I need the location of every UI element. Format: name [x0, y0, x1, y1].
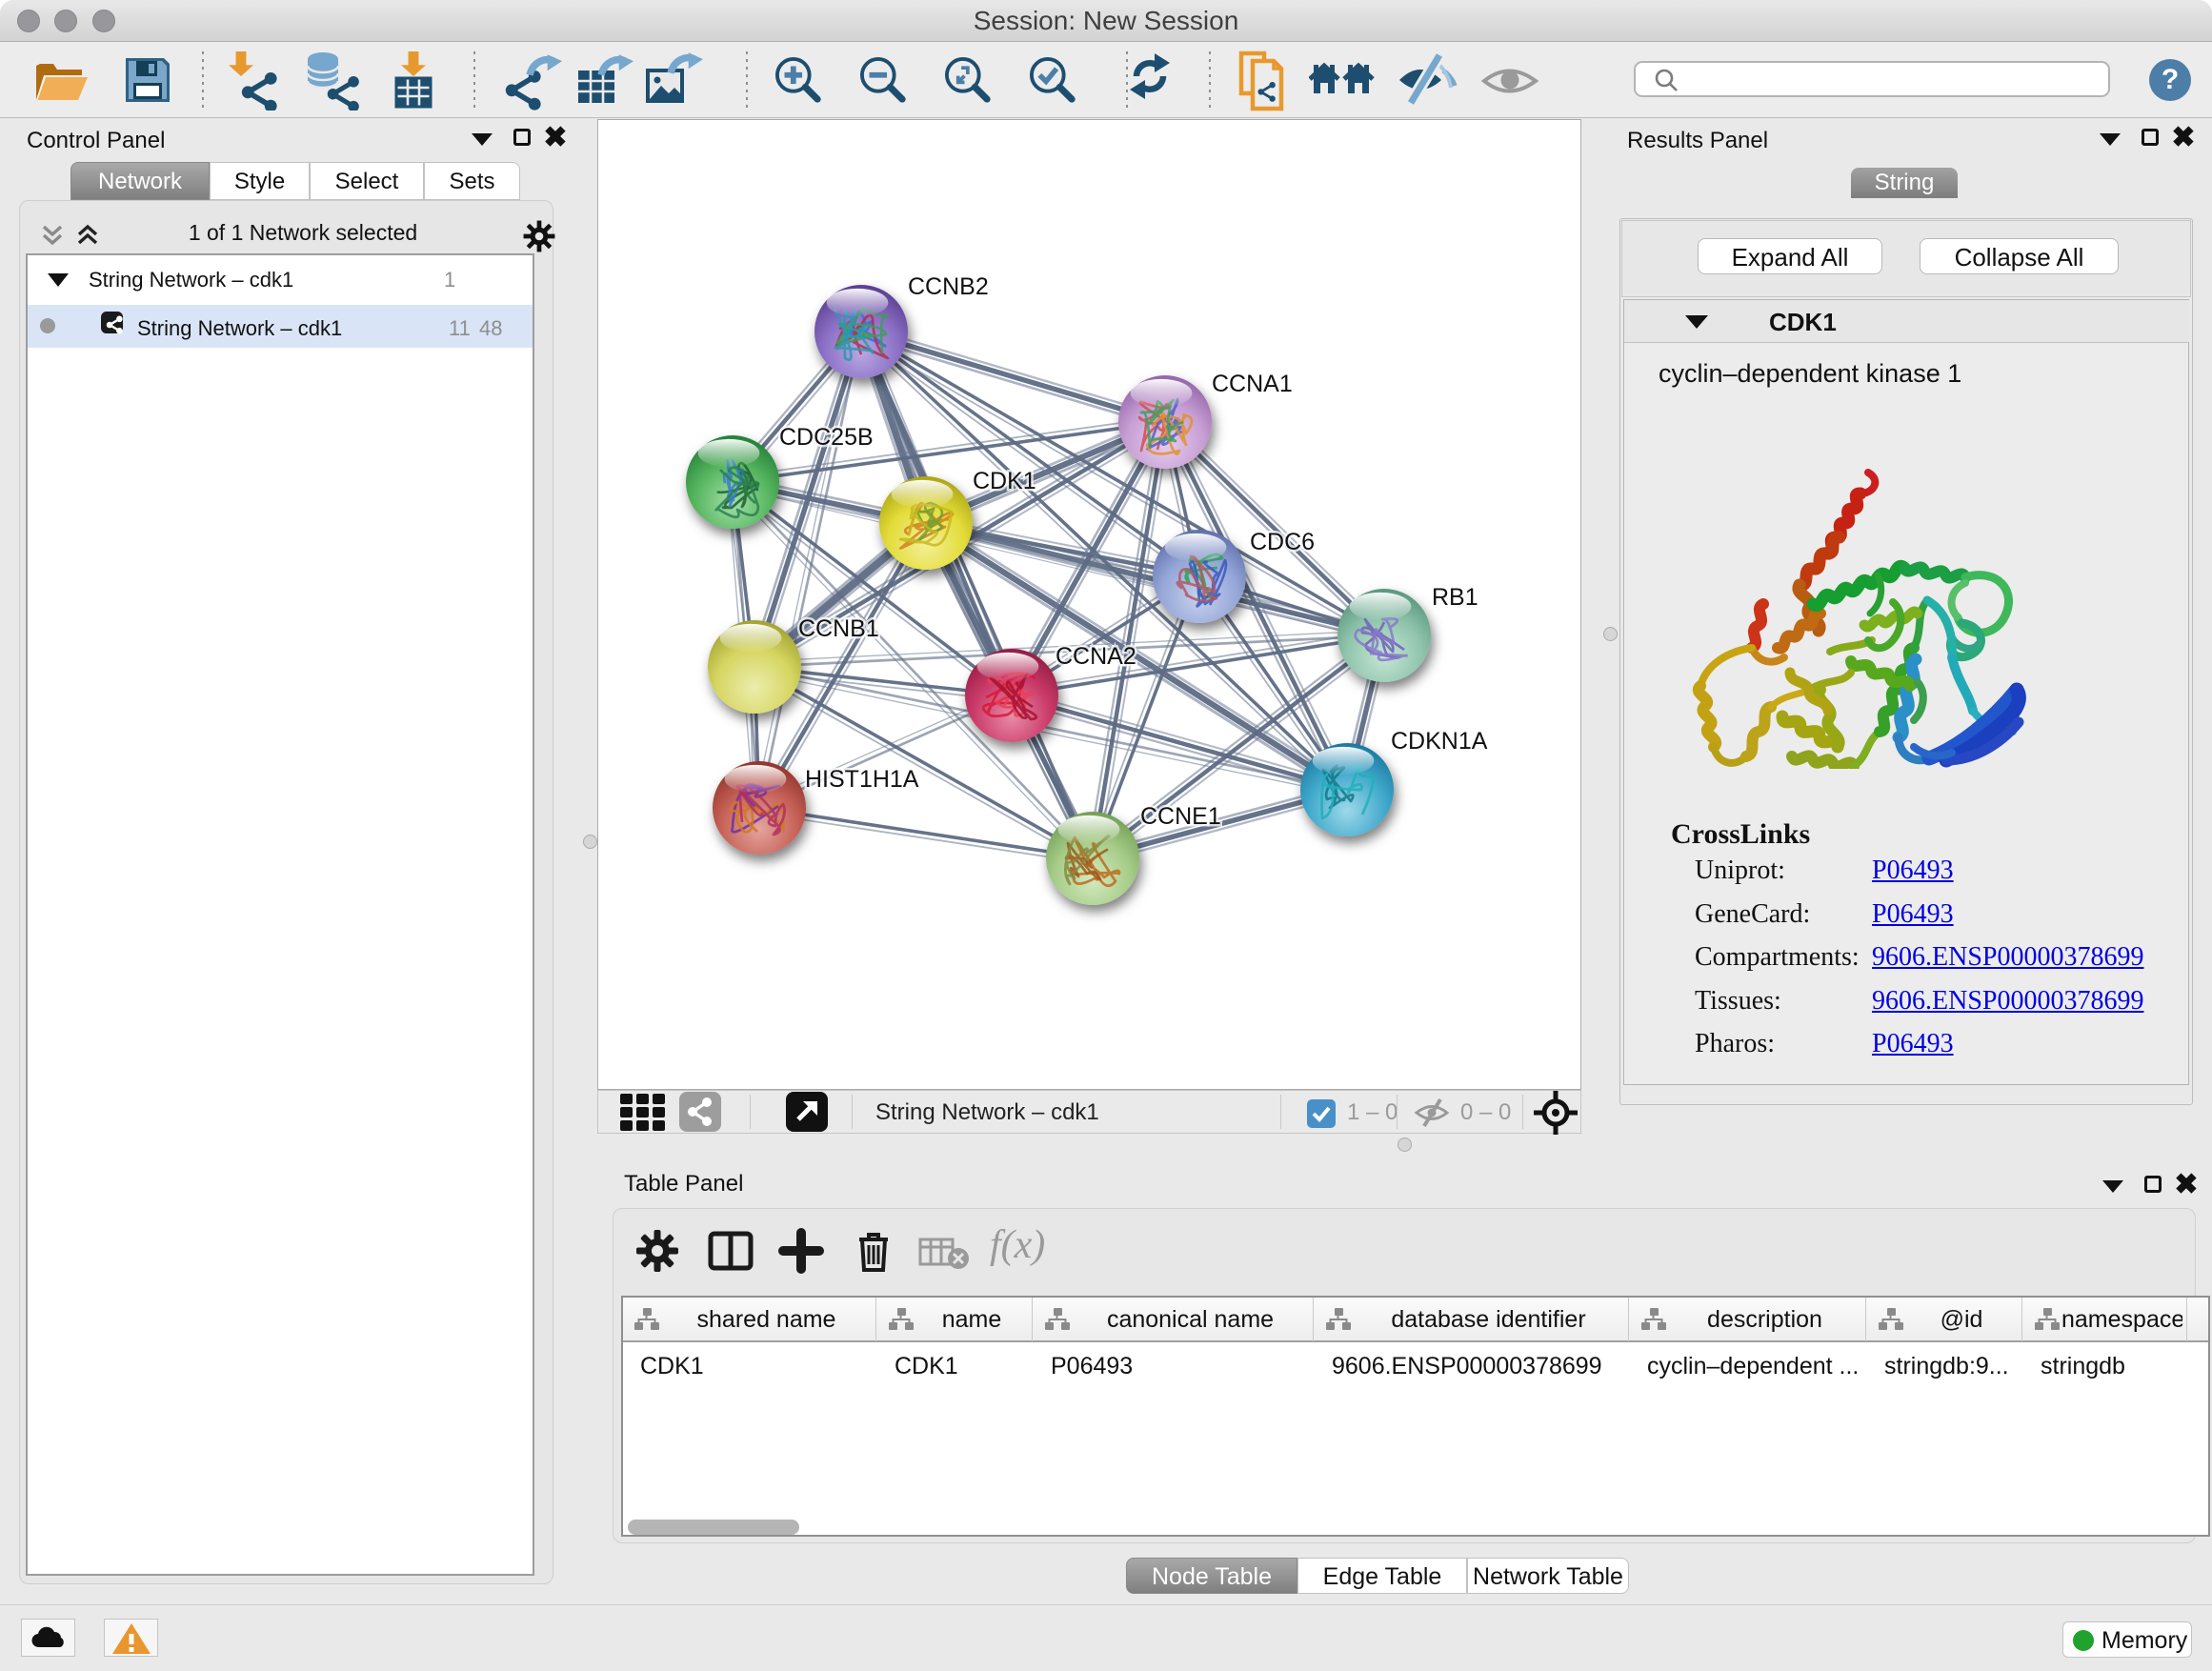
svg-text:CCNA2: CCNA2: [1056, 643, 1136, 670]
svg-text:CCNE1: CCNE1: [1140, 803, 1221, 830]
svg-text:RB1: RB1: [1432, 584, 1478, 611]
svg-text:CDC6: CDC6: [1250, 529, 1315, 555]
svg-text:CCNB1: CCNB1: [798, 615, 879, 642]
svg-text:CCNA1: CCNA1: [1212, 371, 1293, 397]
svg-text:HIST1H1A: HIST1H1A: [805, 766, 919, 793]
svg-text:CDK1: CDK1: [973, 468, 1036, 494]
svg-text:CDC25B: CDC25B: [779, 424, 874, 451]
svg-text:CDKN1A: CDKN1A: [1391, 728, 1488, 755]
svg-text:CCNB2: CCNB2: [908, 273, 989, 300]
